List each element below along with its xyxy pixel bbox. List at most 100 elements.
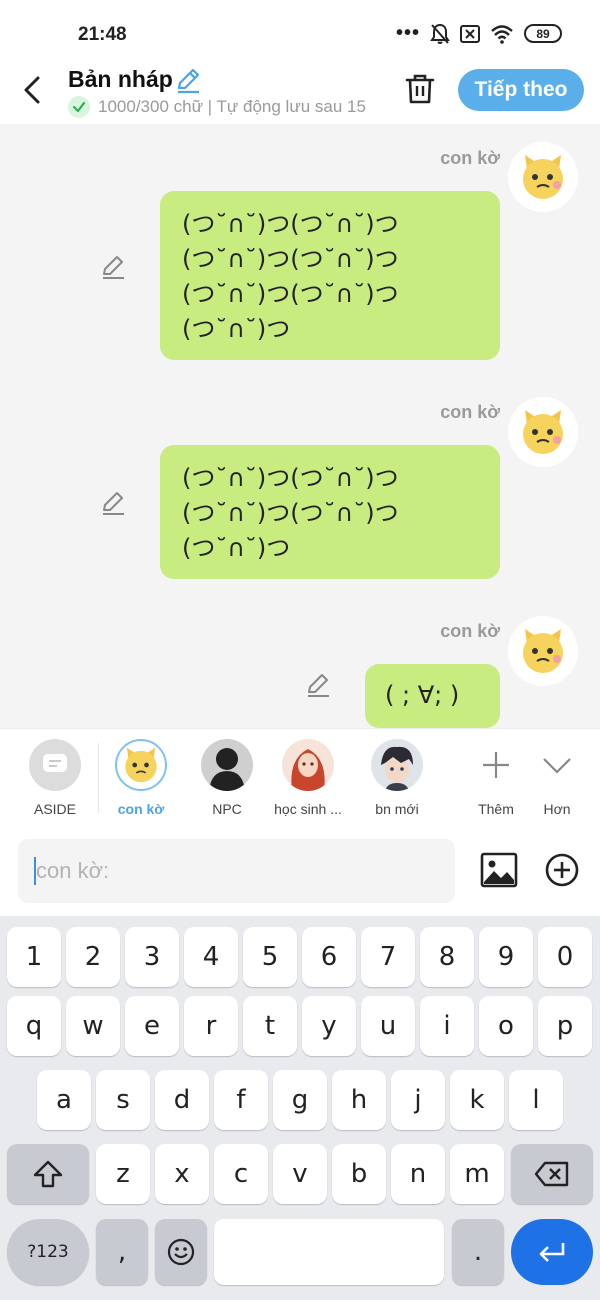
key-3[interactable]: 3: [125, 927, 179, 987]
insert-more-button[interactable]: [544, 852, 580, 893]
chevron-down-icon: [543, 758, 571, 774]
space-key[interactable]: [214, 1219, 444, 1285]
symbols-key[interactable]: ?123: [7, 1219, 89, 1285]
status-time: 21:48: [78, 24, 127, 45]
key-j[interactable]: j: [391, 1070, 445, 1130]
key-a[interactable]: a: [37, 1070, 91, 1130]
message-input-placeholder: con kờ:: [36, 858, 110, 883]
aside-avatar: [29, 739, 81, 791]
key-r[interactable]: r: [184, 996, 238, 1056]
more-characters-button[interactable]: Hơn: [517, 739, 597, 817]
pencil-icon: [103, 256, 124, 279]
shift-key[interactable]: [7, 1144, 89, 1204]
onscreen-keyboard: 1 2 3 4 5 6 7 8 9 0 q w e r t y u i o p …: [0, 916, 600, 1300]
avatar: [371, 739, 423, 791]
key-g[interactable]: g: [273, 1070, 327, 1130]
key-e[interactable]: e: [125, 996, 179, 1056]
bell-off-icon: [430, 23, 450, 44]
character-aside[interactable]: ASIDE: [15, 739, 95, 817]
key-c[interactable]: c: [214, 1144, 268, 1204]
key-h[interactable]: h: [332, 1070, 386, 1130]
message-bubble[interactable]: (つ˘∩˘)つ(つ˘∩˘)つ (つ˘∩˘)つ(つ˘∩˘)つ (つ˘∩˘)つ: [160, 445, 500, 579]
key-u[interactable]: u: [361, 996, 415, 1056]
key-z[interactable]: z: [96, 1144, 150, 1204]
cat-emoji-avatar-icon: [523, 629, 563, 673]
insert-image-button[interactable]: [480, 852, 518, 893]
key-i[interactable]: i: [420, 996, 474, 1056]
shift-icon: [33, 1160, 63, 1188]
enter-key[interactable]: [511, 1219, 593, 1285]
saved-badge: [68, 96, 90, 118]
character-con-ko[interactable]: con kờ: [101, 739, 181, 817]
status-bar: 21:48 ••• 89: [0, 0, 600, 62]
edit-title-button[interactable]: [174, 66, 202, 99]
edit-message-button[interactable]: [305, 672, 331, 703]
avatar[interactable]: [508, 397, 578, 467]
back-button[interactable]: [18, 70, 50, 110]
composer: con kờ:: [0, 828, 600, 916]
key-m[interactable]: m: [450, 1144, 504, 1204]
key-f[interactable]: f: [214, 1070, 268, 1130]
key-l[interactable]: l: [509, 1070, 563, 1130]
key-o[interactable]: o: [479, 996, 533, 1056]
backspace-icon: [534, 1161, 569, 1187]
silhouette-icon: [209, 748, 245, 791]
image-icon: [480, 852, 518, 888]
key-0[interactable]: 0: [538, 927, 592, 987]
avatar[interactable]: [508, 142, 578, 212]
avatar[interactable]: [508, 616, 578, 686]
plus-icon-wrap: [470, 739, 522, 791]
key-p[interactable]: p: [538, 996, 592, 1056]
key-4[interactable]: 4: [184, 927, 238, 987]
emoji-key[interactable]: [155, 1219, 207, 1285]
backspace-key[interactable]: [511, 1144, 593, 1204]
plus-icon: [483, 752, 509, 778]
red-hair-girl-avatar-icon: [291, 749, 325, 791]
key-k[interactable]: k: [450, 1070, 504, 1130]
key-n[interactable]: n: [391, 1144, 445, 1204]
next-button[interactable]: Tiếp theo: [458, 69, 584, 111]
emoji-icon: [167, 1238, 195, 1266]
delete-button[interactable]: [404, 72, 436, 111]
page-title: Bản nháp: [68, 66, 173, 92]
status-icons: ••• 89: [396, 22, 562, 45]
character-bn-moi[interactable]: bn mới: [357, 739, 437, 817]
wifi-icon: [491, 24, 513, 44]
comma-key[interactable]: ,: [96, 1219, 148, 1285]
edit-message-button[interactable]: [100, 490, 126, 521]
period-key[interactable]: .: [452, 1219, 504, 1285]
message-sender: con kờ: [440, 621, 500, 641]
key-x[interactable]: x: [155, 1144, 209, 1204]
chat-area[interactable]: con kờ (つ˘∩˘)つ(つ˘∩˘)つ (つ˘∩˘)つ(つ˘∩˘)つ (つ˘…: [0, 124, 600, 728]
key-2[interactable]: 2: [66, 927, 120, 987]
key-1[interactable]: 1: [7, 927, 61, 987]
message-bubble[interactable]: (つ˘∩˘)つ(つ˘∩˘)つ (つ˘∩˘)つ(つ˘∩˘)つ (つ˘∩˘)つ(つ˘…: [160, 191, 500, 360]
battery-indicator: 89: [524, 24, 562, 43]
key-w[interactable]: w: [66, 996, 120, 1056]
key-6[interactable]: 6: [302, 927, 356, 987]
key-7[interactable]: 7: [361, 927, 415, 987]
key-9[interactable]: 9: [479, 927, 533, 987]
character-label: bn mới: [375, 801, 419, 817]
key-v[interactable]: v: [273, 1144, 327, 1204]
key-y[interactable]: y: [302, 996, 356, 1056]
key-s[interactable]: s: [96, 1070, 150, 1130]
character-npc[interactable]: NPC: [187, 739, 267, 817]
key-q[interactable]: q: [7, 996, 61, 1056]
plus-circle-icon: [545, 853, 579, 887]
trash-icon: [405, 74, 435, 104]
edit-message-button[interactable]: [100, 254, 126, 285]
character-label: NPC: [212, 801, 242, 817]
key-d[interactable]: d: [155, 1070, 209, 1130]
character-hoc-sinh[interactable]: học sinh ...: [268, 739, 348, 817]
more-characters-label: Hơn: [543, 801, 571, 817]
message-sender: con kờ: [440, 402, 500, 422]
check-icon: [72, 101, 86, 113]
key-5[interactable]: 5: [243, 927, 297, 987]
message-bubble[interactable]: ( ; ∀; ): [365, 664, 500, 728]
key-b[interactable]: b: [332, 1144, 386, 1204]
key-t[interactable]: t: [243, 996, 297, 1056]
avatar: [282, 739, 334, 791]
key-8[interactable]: 8: [420, 927, 474, 987]
message-input[interactable]: con kờ:: [18, 839, 455, 903]
